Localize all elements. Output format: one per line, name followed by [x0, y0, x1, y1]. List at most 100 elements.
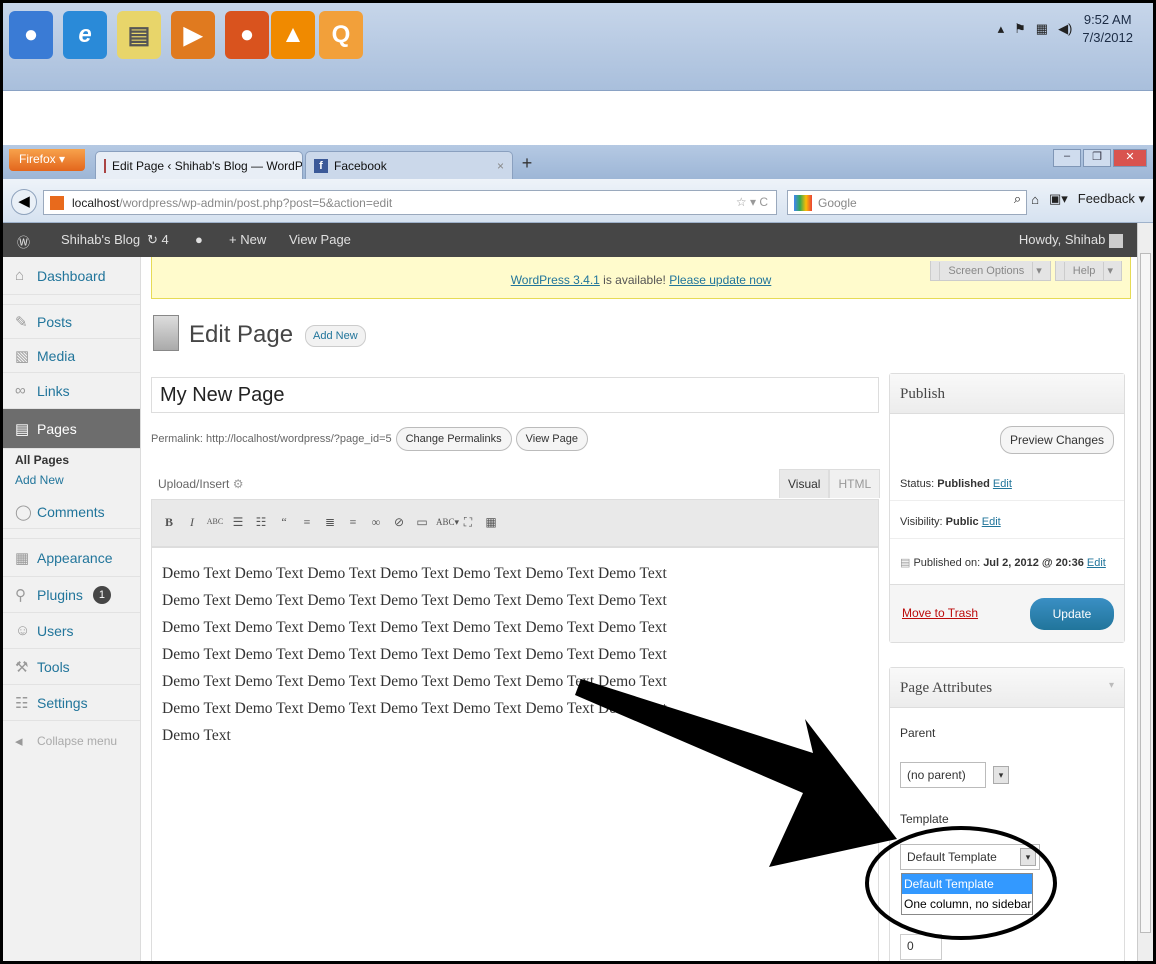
post-title-input[interactable]: My New Page: [151, 377, 879, 413]
update-button[interactable]: Update: [1030, 598, 1114, 630]
collapse-label: Collapse menu: [37, 734, 118, 748]
close-window-icon[interactable]: ✕: [1113, 149, 1147, 167]
site-name-link[interactable]: Shihab's Blog: [61, 232, 140, 247]
view-page-link[interactable]: View Page: [289, 232, 351, 247]
status-label: Status:: [900, 478, 938, 490]
add-new-button[interactable]: Add New: [305, 325, 366, 347]
unlink-icon[interactable]: ⊘: [390, 512, 408, 532]
updates-link[interactable]: ↻ 4: [147, 232, 169, 248]
internet-explorer-icon[interactable]: e: [63, 11, 107, 59]
media-player-icon[interactable]: ▶: [171, 11, 215, 59]
blockquote-icon[interactable]: “: [275, 512, 293, 532]
back-button[interactable]: ◀: [11, 189, 37, 215]
align-right-icon[interactable]: ≡: [344, 512, 362, 532]
tab-wordpress[interactable]: Edit Page ‹ Shihab's Blog — WordPress ×: [95, 151, 303, 179]
media-upload-icon[interactable]: ⚙: [233, 477, 244, 491]
new-content-link[interactable]: + New: [229, 232, 266, 247]
volume-icon[interactable]: ◀): [1058, 21, 1072, 37]
sidebar-item-pages[interactable]: ▤ Pages: [3, 409, 140, 449]
flag-icon[interactable]: ⚑: [1014, 21, 1026, 37]
url-bar[interactable]: localhost/wordpress/wp-admin/post.php?po…: [43, 190, 777, 215]
page-title: Edit Page: [189, 321, 294, 348]
submenu-all-pages[interactable]: All Pages: [3, 449, 140, 473]
maximize-icon[interactable]: ❐: [1083, 149, 1111, 167]
bullet-list-icon[interactable]: ☰: [229, 512, 247, 532]
submenu-add-new[interactable]: Add New: [3, 473, 140, 495]
preview-changes-button[interactable]: Preview Changes: [999, 426, 1114, 454]
chrome-icon[interactable]: ●: [9, 11, 53, 59]
kitchen-sink-icon[interactable]: ▦: [482, 512, 500, 532]
change-permalinks-button[interactable]: Change Permalinks: [395, 427, 512, 451]
sidebar-item-posts[interactable]: ✎ Posts: [3, 305, 140, 339]
sidebar-item-label: Links: [37, 382, 70, 399]
home-icon: ⌂: [15, 267, 25, 284]
clock[interactable]: 9:52 AM 7/3/2012: [1082, 11, 1133, 47]
sidebar-item-appearance[interactable]: ▦ Appearance: [3, 539, 140, 577]
fullscreen-icon[interactable]: ⛶: [459, 512, 477, 532]
align-left-icon[interactable]: ≡: [298, 512, 316, 532]
howdy-link[interactable]: Howdy, Shihab: [1019, 232, 1123, 248]
vlc-icon[interactable]: ▲: [271, 11, 315, 59]
toggle-arrow-icon[interactable]: ▾: [1109, 680, 1114, 691]
view-page-button[interactable]: View Page: [515, 427, 588, 451]
tray-arrow-icon[interactable]: ▴: [998, 21, 1005, 37]
move-to-trash-link[interactable]: Move to Trash: [902, 606, 978, 620]
wordpress-version-link[interactable]: WordPress 3.4.1: [511, 273, 600, 287]
search-bar[interactable]: Google: [787, 190, 1027, 215]
tab-facebook[interactable]: f Facebook ×: [305, 151, 513, 179]
sidebar-item-links[interactable]: ∞ Links: [3, 373, 140, 409]
minimize-icon[interactable]: –: [1053, 149, 1081, 167]
tab-html[interactable]: HTML: [829, 469, 881, 498]
close-tab-icon[interactable]: ×: [497, 159, 504, 173]
bold-icon[interactable]: B: [160, 512, 178, 532]
site-favicon-icon: [50, 196, 64, 210]
parent-select[interactable]: (no parent) ▾: [900, 762, 1009, 788]
sidebar-item-comments[interactable]: ◯ Comments: [3, 495, 140, 529]
template-select[interactable]: Default Template ▾: [900, 844, 1040, 870]
bookmark-star-icon[interactable]: ☆ ▾ C: [736, 195, 768, 209]
screen-options-button[interactable]: Screen Options ▾: [930, 261, 1051, 281]
feedback-button[interactable]: Feedback ▾: [1078, 191, 1145, 207]
firefox-menu-button[interactable]: Firefox ▾: [9, 149, 85, 171]
order-input[interactable]: 0: [900, 934, 942, 960]
align-center-icon[interactable]: ≣: [321, 512, 339, 532]
strikethrough-icon[interactable]: ABC: [206, 512, 224, 532]
quicktime-icon[interactable]: Q: [319, 11, 363, 59]
pages-icon: ▤: [15, 420, 30, 438]
template-option[interactable]: One column, no sidebar: [902, 894, 1032, 914]
sidebar-item-settings[interactable]: ☷ Settings: [3, 685, 140, 721]
sidebar-item-dashboard[interactable]: ⌂ Dashboard: [3, 257, 140, 295]
numbered-list-icon[interactable]: ☷: [252, 512, 270, 532]
sidebar-item-users[interactable]: ☺ Users: [3, 613, 140, 649]
sidebar-item-plugins[interactable]: ⚲ Plugins 1: [3, 577, 140, 613]
insert-link-icon[interactable]: ∞: [367, 512, 385, 532]
content-editor[interactable]: Demo Text Demo Text Demo Text Demo Text …: [151, 547, 879, 961]
spellcheck-icon[interactable]: ABC▾: [436, 512, 459, 532]
tab-visual[interactable]: Visual: [779, 469, 830, 498]
scrollbar-thumb[interactable]: [1140, 253, 1151, 933]
comments-bubble-icon[interactable]: ●: [195, 232, 203, 247]
edit-date-link[interactable]: Edit: [1087, 557, 1106, 569]
edit-status-link[interactable]: Edit: [993, 478, 1012, 490]
sidebar-item-media[interactable]: ▧ Media: [3, 339, 140, 373]
clock-date: 7/3/2012: [1082, 30, 1133, 45]
insert-more-icon[interactable]: ▭: [413, 512, 431, 532]
page-menu-icon[interactable]: ▣▾: [1049, 191, 1068, 207]
italic-icon[interactable]: I: [183, 512, 201, 532]
page-scrollbar[interactable]: [1137, 223, 1153, 961]
notepad-icon[interactable]: ▤: [117, 11, 161, 59]
editor-toolbar: B I ABC ☰ ☷ “ ≡ ≣ ≡ ∞ ⊘ ▭ ABC▾ ⛶ ▦: [151, 499, 879, 547]
firefox-icon[interactable]: ●: [225, 11, 269, 59]
help-button[interactable]: Help ▾: [1054, 261, 1122, 281]
wordpress-logo-icon[interactable]: Ⓦ: [17, 232, 30, 251]
search-icon[interactable]: ⌕: [1014, 191, 1021, 207]
edit-visibility-link[interactable]: Edit: [982, 516, 1001, 528]
network-icon[interactable]: ▦: [1036, 21, 1048, 37]
home-icon[interactable]: ⌂: [1031, 192, 1039, 207]
upload-insert[interactable]: Upload/Insert ⚙: [158, 477, 243, 491]
template-option[interactable]: Default Template: [902, 874, 1032, 894]
new-tab-button[interactable]: +: [515, 153, 539, 177]
sidebar-item-tools[interactable]: ⚒ Tools: [3, 649, 140, 685]
update-now-link[interactable]: Please update now: [669, 273, 771, 287]
collapse-menu[interactable]: ◂ Collapse menu: [3, 721, 140, 761]
